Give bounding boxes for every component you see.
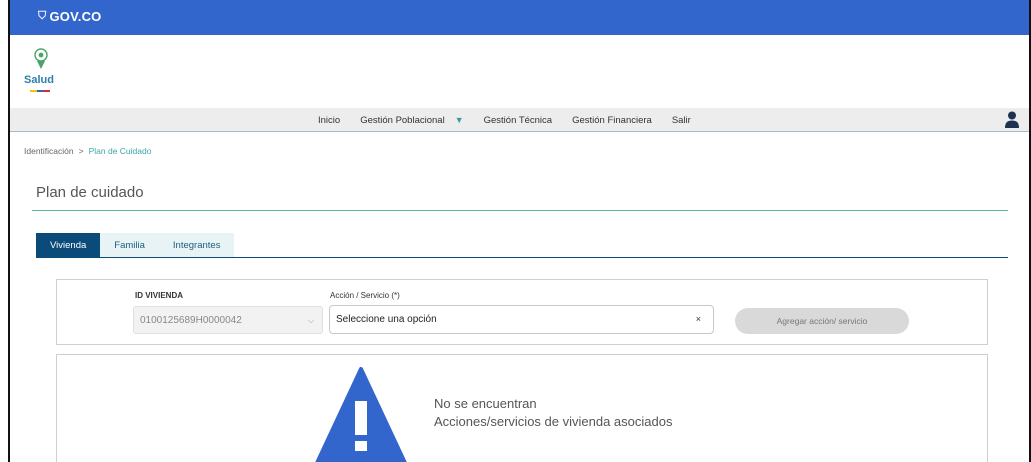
id-vivienda-select[interactable]: 0100125689H0000042 ⌵: [133, 306, 323, 334]
gov-logo[interactable]: ⛉ GOV.CO: [38, 9, 101, 24]
accion-servicio-value: Seleccione una opción: [336, 314, 437, 325]
title-divider: [32, 210, 1008, 211]
emblem-icon: [34, 48, 48, 69]
caret-down-icon: ▼: [454, 115, 464, 125]
nav-gestion-poblacional[interactable]: Gestión Poblacional ▼: [360, 115, 463, 126]
tab-vivienda[interactable]: Vivienda: [36, 233, 101, 258]
gov-bar: ⛉ GOV.CO: [10, 0, 1029, 35]
empty-message-detail: Acciones/servicios de vivienda asociados: [434, 414, 673, 429]
breadcrumb-current: Plan de Cuidado: [88, 146, 152, 156]
tabs-divider: [36, 257, 1008, 258]
main-nav: Inicio Gestión Poblacional ▼ Gestión Técn…: [10, 108, 1029, 132]
breadcrumb-separator: >: [78, 146, 84, 156]
nav-label: Gestión Financiera: [572, 114, 652, 126]
nav-label: Gestión Técnica: [483, 114, 553, 126]
page-title: Plan de cuidado: [36, 184, 144, 201]
id-vivienda-label: ID VIVIENDA: [135, 291, 184, 300]
tab-bar: Vivienda Familia Integrantes: [36, 233, 235, 258]
nav-salir[interactable]: Salir: [672, 115, 691, 126]
warning-icon: [315, 367, 407, 462]
nav-label: Inicio: [318, 114, 341, 126]
salud-logo[interactable]: Salud: [24, 48, 64, 98]
accion-servicio-label: Acción / Servicio (*): [330, 291, 400, 300]
agregar-accion-button[interactable]: Agregar acción/ servicio: [735, 308, 909, 334]
tab-integrantes[interactable]: Integrantes: [158, 233, 235, 258]
user-icon[interactable]: [1005, 111, 1019, 128]
empty-state-card: No se encuentran Acciones/servicios de v…: [56, 354, 988, 462]
nav-label: Salir: [671, 114, 691, 126]
brand-stripes: [30, 90, 51, 92]
chevron-down-icon: ⌵: [307, 316, 314, 325]
nav-gestion-financiera[interactable]: Gestión Financiera: [572, 115, 652, 126]
breadcrumb-root[interactable]: Identificación: [24, 146, 74, 156]
tab-familia[interactable]: Familia: [100, 233, 159, 258]
nav-gestion-tecnica[interactable]: Gestión Técnica: [484, 115, 552, 126]
app-frame: ⛉ GOV.CO Salud Inicio Gestión Poblaciona…: [8, 0, 1031, 462]
empty-message-title: No se encuentran: [434, 396, 537, 411]
breadcrumb: Identificación > Plan de Cuidado: [24, 146, 151, 156]
nav-inicio[interactable]: Inicio: [318, 115, 340, 126]
nav-label: Gestión Poblacional: [360, 114, 445, 126]
filter-card: ID VIVIENDA 0100125689H0000042 ⌵ Acción …: [56, 279, 988, 345]
id-vivienda-value: 0100125689H0000042: [140, 314, 242, 326]
brand-name: Salud: [24, 74, 54, 86]
shield-icon: ⛉: [38, 10, 47, 22]
accion-servicio-select[interactable]: Seleccione una opción ×: [329, 305, 714, 334]
gov-logo-text: GOV.CO: [49, 9, 102, 24]
clear-icon[interactable]: ×: [696, 314, 701, 324]
